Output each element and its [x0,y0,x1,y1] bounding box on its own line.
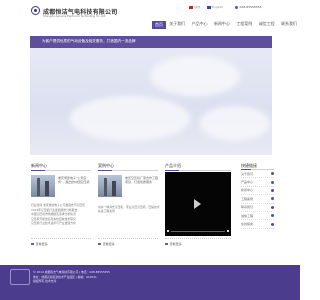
bullet-icon [271,180,274,184]
quick-link-item[interactable]: 在线留言 [241,220,274,229]
nav-item-contact[interactable]: 联系我们 [278,21,300,29]
quick-link-item[interactable]: 关于我们 [241,170,274,179]
banner-caption: 为客户提供优质的气动设备及相关服务，打造国内一流品牌 [42,39,136,43]
video-progress-track[interactable] [171,230,225,232]
play-button-icon[interactable] [167,229,169,233]
products-divider [165,170,231,171]
phone-icon [235,5,238,9]
lang-cn-link[interactable]: 中文 [189,5,201,9]
fullscreen-icon[interactable] [226,230,229,232]
quick-link-item[interactable]: 产品中心 [241,178,274,187]
flag-en-icon [206,5,211,9]
bullet-icon [271,222,274,226]
video-controls [167,229,229,233]
bullet-icon [271,214,274,218]
language-switcher: 中文 English [189,5,223,9]
news-thumbnail[interactable] [31,175,55,197]
play-icon[interactable] [194,199,201,209]
nav-item-products[interactable]: 产品中心 [188,21,210,29]
company-logo-icon[interactable] [31,6,40,15]
flag-cn-icon [189,5,193,9]
product-video-player[interactable] [165,172,231,236]
bullet-icon [271,172,274,176]
products-section-title: 产品介绍 [165,163,181,168]
footer-logo-icon [10,269,30,285]
bullet-icon [271,188,274,192]
news-headline[interactable]: 重庆博彦电子“公司宣传”，展出的中国空压机 [58,176,94,185]
news-divider [31,170,91,171]
cases-section-title: 案例中心 [98,163,114,168]
hero-banner: 为客户提供优质的气动设备及相关服务，打造国内一流品牌 [30,36,272,155]
news-more-link[interactable]: 查看更多 [31,242,48,246]
lang-en-link[interactable]: English [206,5,223,9]
news-list: 行业新闻 重庆博彦电子公司发展史与空压机 2019年空压机行业发展趋势分析报告 … [31,203,95,226]
arrow-icon [98,242,101,246]
news-list-item[interactable]: 空压机行业技术进步与产业发展方向 [31,221,95,226]
quick-link-item[interactable]: 工程案例 [241,195,274,204]
main-nav: 首页 关于我们 产品中心 新闻中心 工程案例 诚信工程 联系我们 [152,21,300,29]
products-more-link[interactable]: 查看更多 [165,242,182,246]
nav-item-cases[interactable]: 工程案例 [233,21,255,29]
cases-more-link[interactable]: 查看更多 [98,242,115,246]
bullet-icon [271,197,274,201]
banner-caption-strip: 为客户提供优质的气动设备及相关服务，打造国内一流品牌 [30,36,272,48]
footer: © 2014 成都恒洁气电科技有限公司 | 电话：028-85555555 地址… [0,265,300,300]
bullet-icon [271,205,274,209]
case-description: 水井一种井式空压机，专业高压空压机，压缩技术先进工程案例 [98,205,160,214]
case-headline[interactable]: 重庆空压机厂家合作工程项目，打造优质服务 [125,176,159,185]
quick-link-item[interactable]: 联系我们 [241,204,274,212]
company-name-en: Chengdu Genuine Electronic Technology Co… [43,15,107,18]
footer-info: © 2014 成都恒洁气电科技有限公司 | 电话：028-85555555 地址… [33,270,110,283]
nav-item-home[interactable]: 首页 [152,21,166,29]
phone-number: 028-85555555 [235,5,262,9]
nav-item-honor[interactable]: 诚信工程 [256,21,278,29]
quick-link-item[interactable]: 诚信工程 [241,212,274,221]
news-section-title: 新闻中心 [31,163,47,168]
cases-divider [98,170,158,171]
quick-links-list: 关于我们 产品中心 新闻中心 工程案例 联系我们 诚信工程 在线留言 [241,170,274,229]
quick-link-item[interactable]: 新闻中心 [241,187,274,196]
arrow-icon [31,242,34,246]
arrow-icon [165,242,168,246]
nav-item-about[interactable]: 关于我们 [166,21,188,29]
nav-item-news[interactable]: 新闻中心 [211,21,233,29]
header: 成都恒洁气电科技有限公司 Chengdu Genuine Electronic … [0,0,300,36]
case-thumbnail[interactable] [98,175,122,197]
